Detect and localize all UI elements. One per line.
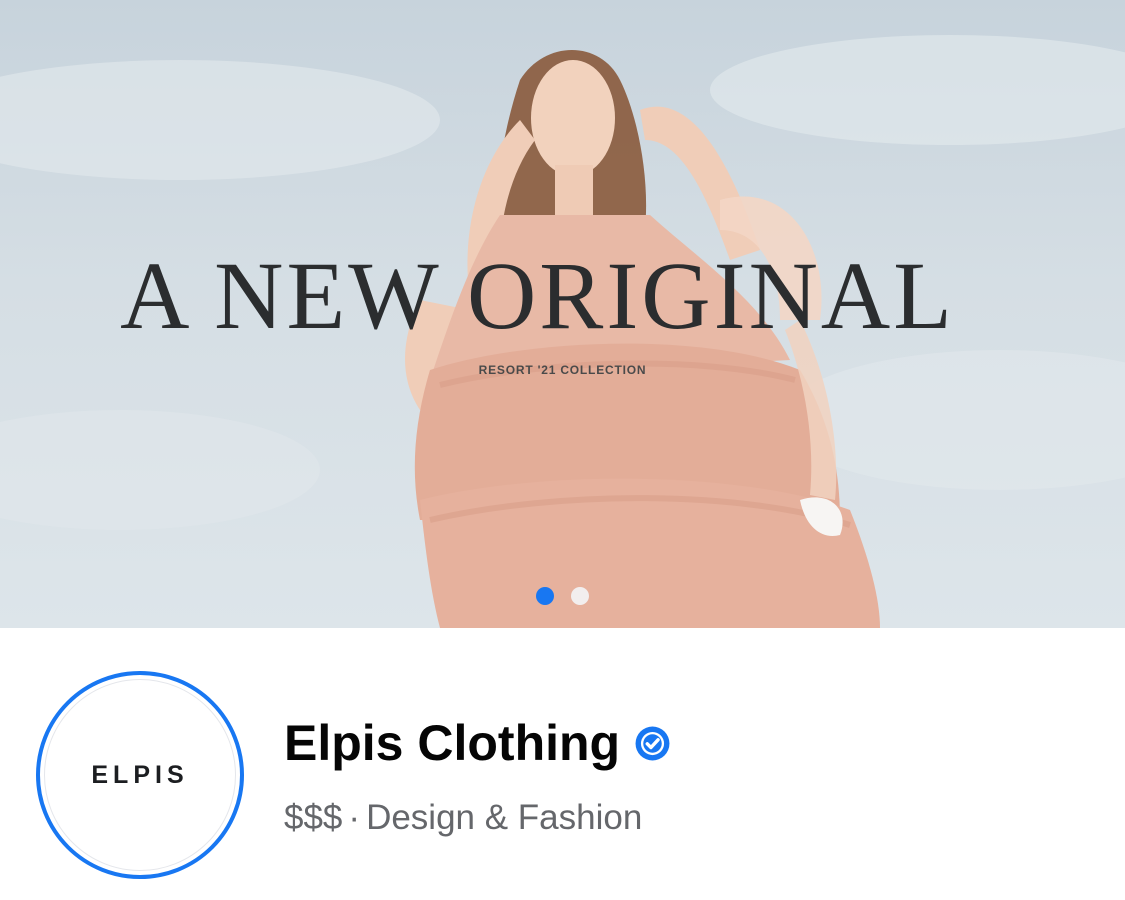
avatar[interactable]: ELPIS (36, 671, 244, 879)
page-title-row: Elpis Clothing (284, 718, 671, 768)
carousel-dot-1[interactable] (536, 587, 554, 605)
cover-photo[interactable]: A NEW ORIGINAL RESORT '21 COLLECTION (0, 0, 1125, 628)
cover-headline: A NEW ORIGINAL (120, 242, 955, 349)
profile-section: ELPIS Elpis Clothing $$$ · Design & Fashio… (0, 628, 1125, 900)
cover-subheadline: RESORT '21 COLLECTION (478, 363, 647, 377)
avatar-image: ELPIS (44, 679, 236, 871)
meta-separator: · (348, 798, 361, 837)
page-meta: $$$ · Design & Fashion (284, 798, 642, 838)
avatar-logo-text: ELPIS (91, 760, 189, 789)
price-range: $$$ (284, 798, 343, 837)
page-category[interactable]: Design & Fashion (366, 798, 642, 837)
verified-badge-icon (635, 726, 670, 760)
carousel-indicator (536, 587, 589, 605)
carousel-dot-2[interactable] (571, 587, 589, 605)
page-title[interactable]: Elpis Clothing (284, 718, 620, 768)
page-header: A NEW ORIGINAL RESORT '21 COLLECTION ELP… (0, 0, 1125, 900)
